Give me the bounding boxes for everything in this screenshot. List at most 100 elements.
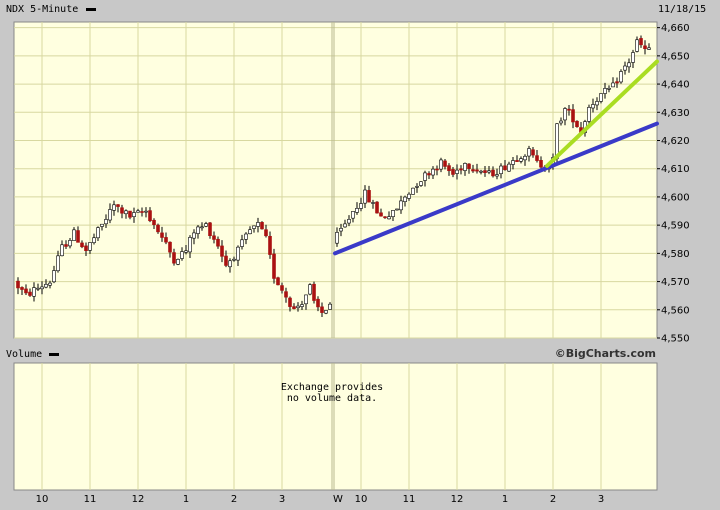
candle-up xyxy=(252,225,256,229)
candle-up xyxy=(136,210,140,213)
candle-down xyxy=(168,241,172,253)
x-tick-label: 3 xyxy=(279,494,285,505)
candle-up xyxy=(395,208,399,211)
x-tick-label: 11 xyxy=(403,494,416,505)
candle-up xyxy=(56,255,60,272)
candle-down xyxy=(643,45,647,50)
candle-down xyxy=(156,224,160,233)
volume-message-line2: no volume data. xyxy=(287,393,377,404)
candle-down xyxy=(531,149,535,156)
y-tick-label: 4,650 xyxy=(661,51,690,62)
candle-down xyxy=(567,108,571,111)
price-plot-area xyxy=(13,21,658,339)
candle-up xyxy=(411,187,415,195)
y-tick-label: 4,560 xyxy=(661,305,690,316)
candle-up xyxy=(60,244,64,257)
candle-up xyxy=(343,223,347,228)
candle-down xyxy=(64,244,68,247)
x-tick-label: 2 xyxy=(231,494,237,505)
candle-down xyxy=(284,291,288,298)
candle-up xyxy=(324,310,328,314)
candle-down xyxy=(539,160,543,168)
chart-date: 11/18/15 xyxy=(658,4,706,15)
candle-up xyxy=(124,210,128,215)
candle-up xyxy=(355,208,359,213)
candle-up xyxy=(499,165,503,175)
chart-title: NDX 5-Minute xyxy=(6,4,78,15)
candle-down xyxy=(535,155,539,161)
candle-down xyxy=(503,165,507,171)
candle-up xyxy=(40,286,44,290)
candle-up xyxy=(403,196,407,203)
candle-down xyxy=(276,277,280,286)
y-tick-label: 4,660 xyxy=(661,23,690,34)
candle-down xyxy=(447,165,451,172)
candle-up xyxy=(112,204,116,211)
candle-up xyxy=(599,93,603,102)
candle-up xyxy=(308,284,312,295)
candle-up xyxy=(387,216,391,220)
candle-up xyxy=(304,294,308,305)
candle-down xyxy=(475,169,479,172)
candle-down xyxy=(80,242,84,248)
candle-down xyxy=(172,252,176,264)
candle-up xyxy=(92,237,96,243)
candle-up xyxy=(487,170,491,173)
y-tick-label: 4,620 xyxy=(661,136,690,147)
candle-up xyxy=(419,181,423,186)
candle-down xyxy=(160,232,164,238)
candle-down xyxy=(367,190,371,203)
candle-down xyxy=(320,306,324,313)
candle-up xyxy=(100,223,104,227)
candle-down xyxy=(379,212,383,217)
candle-up xyxy=(363,189,367,204)
volume-title: Volume xyxy=(6,349,42,360)
candle-down xyxy=(312,283,316,301)
candle-down xyxy=(280,285,284,291)
candle-up xyxy=(200,226,204,229)
branding-text: ©BigCharts.com xyxy=(555,347,656,360)
candle-down xyxy=(639,38,643,46)
candle-down xyxy=(435,168,439,171)
x-tick-label: 11 xyxy=(84,494,97,505)
candle-down xyxy=(571,109,575,123)
candle-up xyxy=(328,303,332,310)
candle-down xyxy=(515,160,519,162)
candle-up xyxy=(455,169,459,174)
candle-down xyxy=(120,207,124,214)
y-tick-label: 4,610 xyxy=(661,164,690,175)
candle-up xyxy=(495,174,499,177)
candle-down xyxy=(212,235,216,240)
volume-dash-icon xyxy=(49,353,59,356)
candle-down xyxy=(575,120,579,128)
candle-down xyxy=(140,211,144,213)
x-tick-label: 10 xyxy=(355,494,368,505)
candle-down xyxy=(148,210,152,222)
candle-down xyxy=(260,222,264,230)
candle-up xyxy=(527,148,531,157)
candle-up xyxy=(591,104,595,109)
candle-up xyxy=(611,82,615,88)
candle-down xyxy=(443,160,447,167)
candle-down xyxy=(20,287,24,290)
candle-down xyxy=(220,245,224,257)
candle-up xyxy=(463,163,467,171)
candle-up xyxy=(248,229,252,235)
candle-down xyxy=(208,222,212,236)
y-tick-label: 4,640 xyxy=(661,80,690,91)
candle-up xyxy=(48,282,52,286)
candle-up xyxy=(647,47,651,50)
candle-down xyxy=(459,168,463,171)
candle-up xyxy=(228,260,232,268)
candle-up xyxy=(587,107,591,122)
candle-up xyxy=(511,160,515,165)
y-tick-label: 4,600 xyxy=(661,192,690,203)
candle-down xyxy=(615,81,619,84)
candle-up xyxy=(627,62,631,68)
candle-down xyxy=(216,238,220,247)
candle-down xyxy=(467,163,471,169)
title-dash-icon xyxy=(86,8,96,11)
candle-down xyxy=(451,169,455,175)
candle-up xyxy=(240,239,244,247)
candle-down xyxy=(164,237,168,243)
